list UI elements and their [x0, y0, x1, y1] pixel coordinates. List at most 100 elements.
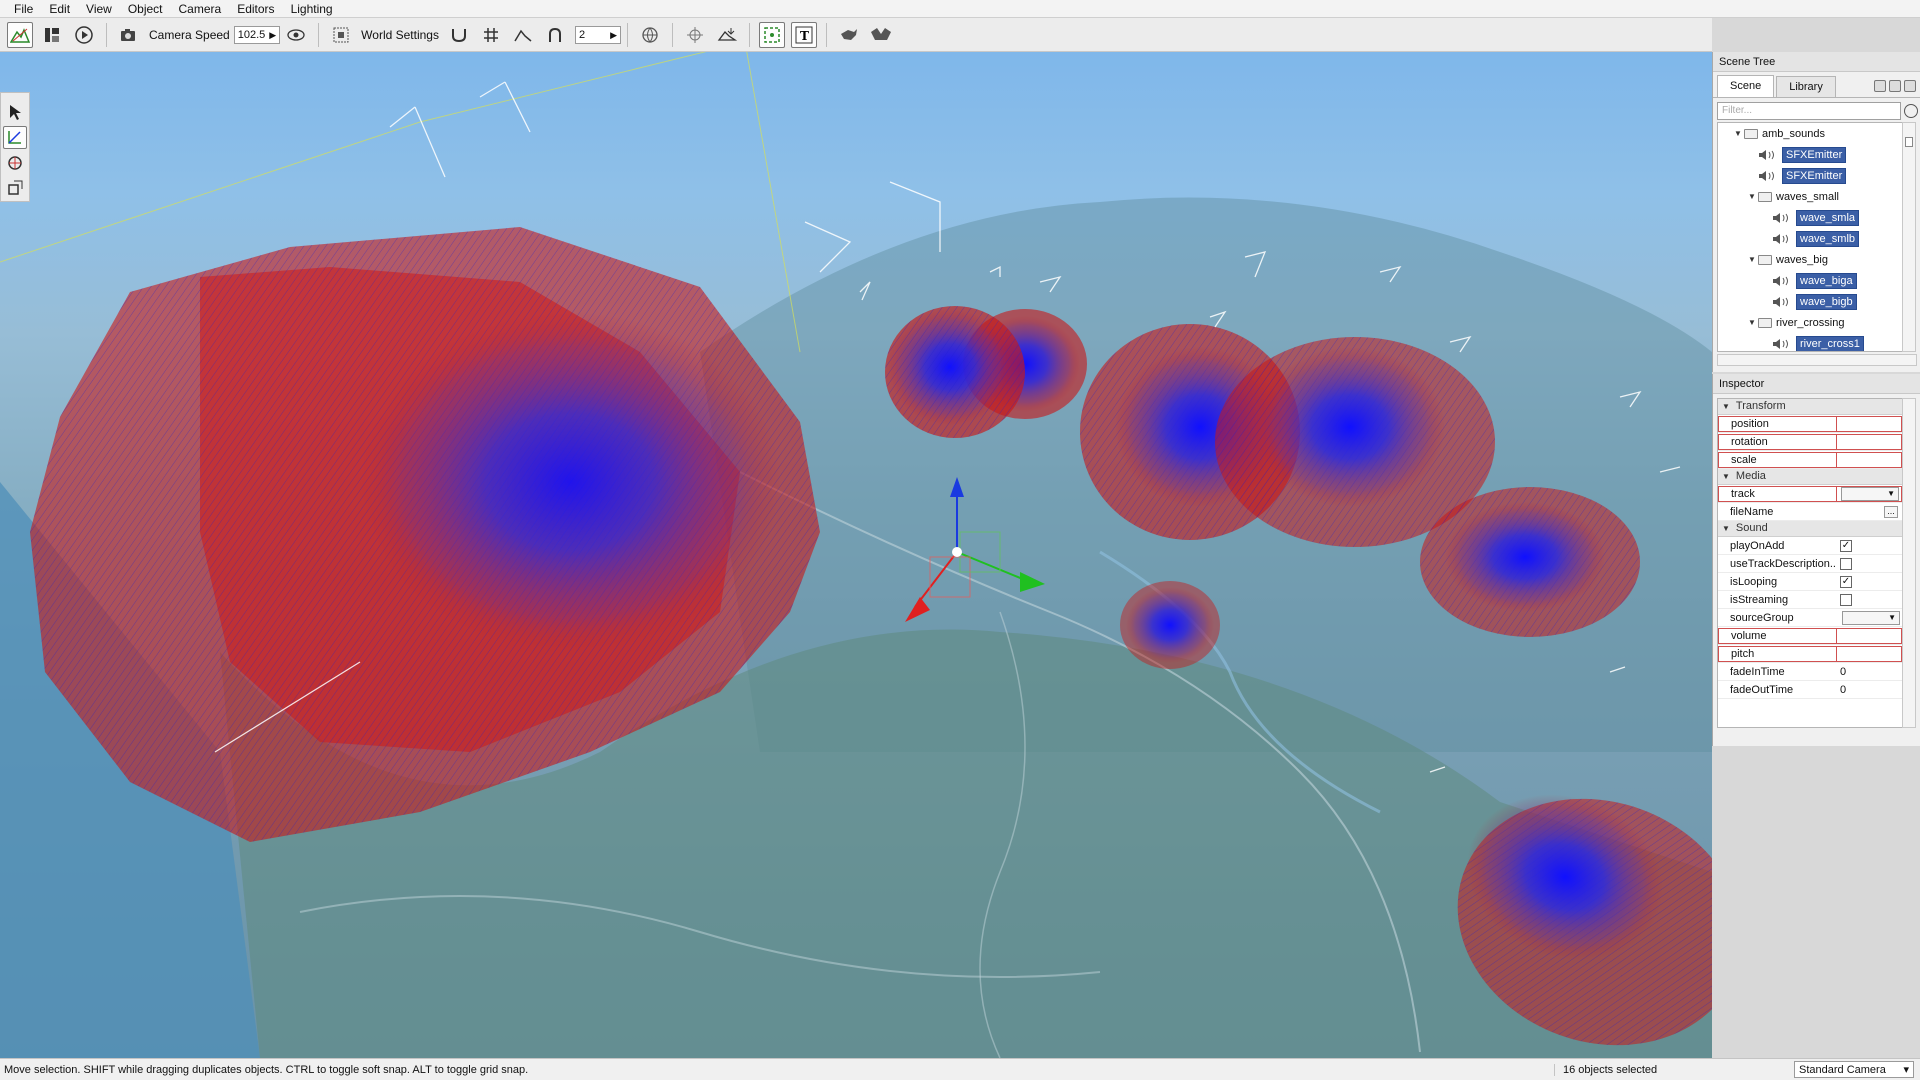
collapse-triangle-icon: ▼ [1722, 524, 1730, 533]
prop-playonadd: playOnAdd ✓ [1718, 537, 1902, 555]
tree-folder-row[interactable]: ▼ waves_small [1718, 186, 1902, 207]
tree-folder-row[interactable]: ▼ river_crossing [1718, 312, 1902, 333]
tree-emitter-row[interactable]: wave_biga [1718, 270, 1902, 291]
move-tool[interactable] [3, 125, 27, 149]
rotate-icon [8, 156, 22, 170]
browse-button[interactable]: ... [1884, 505, 1898, 518]
expand-triangle-icon[interactable]: ▼ [1748, 255, 1758, 264]
chevron-right-icon[interactable]: ▶ [610, 27, 617, 43]
tree-folder-row[interactable]: ▼ waves_big [1718, 249, 1902, 270]
soft-snap-button[interactable] [542, 22, 568, 48]
sound-emitter[interactable] [1120, 581, 1220, 669]
fadeouttime-field[interactable]: 0 [1836, 682, 1902, 698]
prop-label: pitch [1718, 645, 1836, 662]
terrain-snap-button[interactable] [510, 22, 536, 48]
grid-snap-button[interactable] [478, 22, 504, 48]
select-tool[interactable] [3, 100, 27, 124]
selection-box-button[interactable] [758, 21, 785, 48]
tab-scene[interactable]: Scene [1717, 75, 1775, 97]
snap-size-input[interactable]: 2 ▶ [574, 25, 621, 44]
sound-emitter[interactable] [885, 306, 1025, 438]
tab-library[interactable]: Library [1776, 76, 1836, 97]
tree-emitter-row[interactable]: wave_smlb [1718, 228, 1902, 249]
volume-field[interactable] [1836, 627, 1902, 644]
pitch-field[interactable] [1836, 645, 1902, 662]
world-settings-label[interactable]: World Settings [361, 28, 439, 42]
world-editor-button[interactable] [7, 21, 33, 48]
camera-button[interactable] [116, 22, 142, 48]
chevron-right-icon[interactable]: ▶ [269, 27, 276, 43]
menu-editors[interactable]: Editors [229, 0, 282, 18]
text-label-button[interactable]: T [790, 21, 817, 48]
tree-emitter-row[interactable]: SFXEmitter [1718, 165, 1902, 186]
filename-field[interactable]: ... [1836, 504, 1902, 520]
tree-horizontal-scrollbar[interactable] [1717, 354, 1917, 366]
menu-view[interactable]: View [78, 0, 120, 18]
islooping-checkbox[interactable]: ✓ [1840, 575, 1852, 588]
scene-filter-input[interactable]: Filter... [1717, 102, 1918, 120]
visibility-button[interactable] [283, 22, 309, 48]
fadeintime-field[interactable]: 0 [1836, 664, 1902, 680]
gui-editor-button[interactable] [39, 22, 65, 48]
usetrackdescription-checkbox[interactable] [1840, 557, 1852, 570]
trash-icon[interactable] [1904, 80, 1916, 92]
group-transform[interactable]: ▼ Transform [1718, 399, 1902, 415]
expand-triangle-icon[interactable]: ▼ [1748, 192, 1758, 201]
prop-scale: scale [1718, 451, 1902, 469]
menu-edit[interactable]: Edit [41, 0, 78, 18]
prefab-button[interactable] [836, 22, 862, 48]
tree-item-label: river_cross1 [1796, 335, 1864, 351]
expand-triangle-icon[interactable]: ▼ [1748, 318, 1758, 327]
fit-view-button[interactable] [328, 22, 354, 48]
play-button[interactable] [71, 22, 97, 48]
3d-viewport[interactable] [0, 52, 1712, 1058]
tree-emitter-row[interactable]: SFXEmitter [1718, 144, 1902, 165]
tree-emitter-row[interactable]: wave_bigb [1718, 291, 1902, 312]
inspector-title: Inspector [1713, 374, 1920, 394]
tree-item-label: waves_big [1776, 253, 1828, 266]
tree-vertical-scrollbar[interactable] [1902, 122, 1916, 352]
menu-lighting[interactable]: Lighting [283, 0, 341, 18]
rotate-tool[interactable] [3, 151, 27, 175]
tree-emitter-row[interactable]: wave_smla [1718, 207, 1902, 228]
scroll-thumb[interactable] [1905, 137, 1913, 147]
object-center-button[interactable] [637, 22, 663, 48]
prop-fadeintime: fadeInTime 0 [1718, 663, 1902, 681]
group-sound[interactable]: ▼ Sound [1718, 521, 1902, 537]
menu-object[interactable]: Object [120, 0, 171, 18]
scene-tree-list[interactable]: ▼ amb_sounds SFXEmitter SFXEmitter ▼ waves_sm… [1717, 122, 1903, 352]
move-icon [8, 131, 21, 144]
bounds-center-button[interactable] [682, 22, 708, 48]
menu-file[interactable]: File [6, 0, 41, 18]
position-field[interactable] [1836, 415, 1902, 432]
tree-folder-row[interactable]: ▼ amb_sounds [1718, 123, 1902, 144]
fit-view-icon [333, 27, 349, 42]
clear-filter-icon[interactable] [1904, 104, 1918, 118]
tree-emitter-row[interactable]: river_cross1 [1718, 333, 1902, 351]
sourcegroup-dropdown[interactable]: ▼ [1842, 610, 1900, 625]
lock-icon[interactable] [1874, 80, 1886, 92]
playonadd-checkbox[interactable]: ✓ [1840, 539, 1852, 552]
group-media[interactable]: ▼ Media [1718, 469, 1902, 485]
prop-label: fadeOutTime [1730, 683, 1794, 696]
menu-camera[interactable]: Camera [171, 0, 230, 18]
prop-label: volume [1718, 627, 1836, 644]
drop-object-button[interactable] [714, 22, 740, 48]
isstreaming-checkbox[interactable] [1840, 593, 1852, 606]
folder-icon[interactable] [1889, 80, 1901, 92]
expand-triangle-icon[interactable]: ▼ [1734, 129, 1744, 138]
scale-tool[interactable] [3, 177, 27, 201]
speaker-icon [1772, 337, 1794, 351]
inspector-properties: ▼ Transform position rotation scale ▼ Medi… [1717, 398, 1903, 728]
inspector-scrollbar[interactable] [1902, 398, 1916, 728]
globe-icon [642, 26, 658, 43]
snap-toggle-button[interactable] [446, 22, 472, 48]
track-dropdown[interactable]: ▼ [1841, 486, 1899, 501]
rotation-field[interactable] [1836, 433, 1902, 450]
prop-label: fadeInTime [1730, 665, 1785, 678]
sound-emitter[interactable] [1420, 487, 1640, 637]
camera-speed-input[interactable]: 102.5 ▶ [233, 25, 281, 44]
camera-mode-select[interactable]: Standard Camera ▾ [1794, 1061, 1914, 1078]
scale-field[interactable] [1836, 451, 1902, 468]
forest-button[interactable] [868, 22, 894, 48]
